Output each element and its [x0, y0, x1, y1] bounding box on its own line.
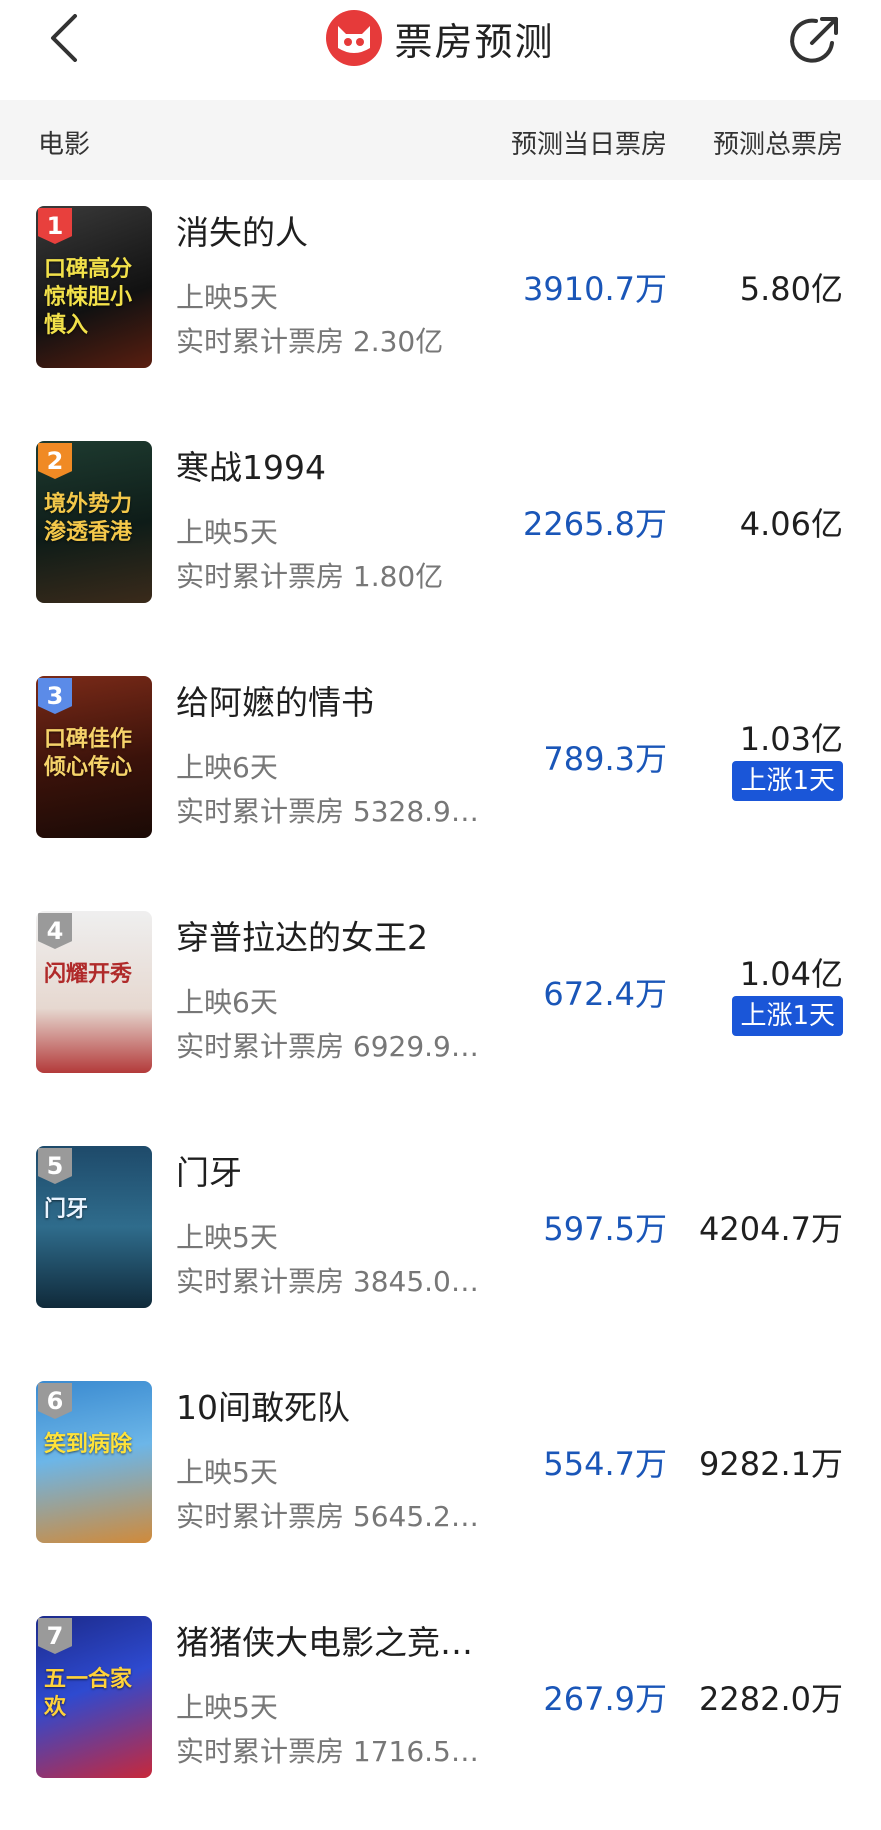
trend-badge: 上涨1天 — [732, 996, 843, 1036]
release-days: 上映5天 — [176, 1456, 278, 1489]
movie-poster[interactable]: 笑到病除 6 — [36, 1381, 152, 1543]
list-item[interactable]: 五一合家欢 7 猪猪侠大电影之竞… 上映5天 实时累计票房 1716.5… 26… — [0, 1590, 881, 1825]
trend-badge: 上涨1天 — [732, 761, 843, 801]
release-days: 上映5天 — [176, 516, 278, 549]
list-item[interactable]: 境外势力渗透香港 2 寒战1994 上映5天 实时累计票房 1.80亿 2265… — [0, 415, 881, 650]
daily-forecast-value: 672.4万 — [543, 975, 667, 1013]
movie-title[interactable]: 10间敢死队 — [176, 1381, 496, 1429]
poster-text: 境外势力渗透香港 — [44, 492, 133, 545]
daily-forecast-value: 3910.7万 — [523, 270, 667, 308]
poster-text: 笑到病除 — [44, 1432, 133, 1457]
share-icon — [790, 17, 838, 63]
cumulative-box-office: 实时累计票房 1.80亿 — [176, 560, 444, 593]
poster-text: 口碑佳作倾心传心 — [44, 727, 133, 780]
poster-text: 口碑高分惊悚胆小慎入 — [44, 257, 133, 338]
daily-forecast-value: 267.9万 — [543, 1680, 667, 1718]
list-item[interactable]: 门牙 5 门牙 上映5天 实时累计票房 3845.0… 597.5万 4204.… — [0, 1120, 881, 1355]
cumulative-box-office: 实时累计票房 1716.5… — [176, 1735, 479, 1768]
movie-poster[interactable]: 门牙 5 — [36, 1146, 152, 1308]
daily-forecast-value: 789.3万 — [543, 740, 667, 778]
cat-logo-icon — [326, 10, 383, 66]
list-item[interactable]: 口碑高分惊悚胆小慎入 1 消失的人 上映5天 实时累计票房 2.30亿 3910… — [0, 180, 881, 415]
movie-poster[interactable]: 五一合家欢 7 — [36, 1616, 152, 1778]
total-forecast-value: 1.03亿 — [739, 720, 843, 758]
daily-forecast-value: 2265.8万 — [523, 505, 667, 543]
movie-title[interactable]: 猪猪侠大电影之竞… — [176, 1616, 496, 1664]
title-group: 票房预测 — [0, 0, 881, 76]
cumulative-box-office: 实时累计票房 6929.9… — [176, 1030, 479, 1063]
share-button[interactable] — [785, 10, 845, 70]
movie-poster[interactable]: 口碑佳作倾心传心 3 — [36, 676, 152, 838]
total-forecast-value: 5.80亿 — [739, 270, 843, 308]
release-days: 上映6天 — [176, 751, 278, 784]
column-movie: 电影 — [38, 130, 91, 160]
daily-forecast-value: 554.7万 — [543, 1445, 667, 1483]
column-header: 电影 预测当日票房 预测总票房 — [0, 100, 881, 180]
release-days: 上映5天 — [176, 281, 278, 314]
column-daily-forecast[interactable]: 预测当日票房 — [511, 124, 667, 161]
daily-forecast-value: 597.5万 — [543, 1210, 667, 1248]
total-forecast-value: 4204.7万 — [699, 1210, 843, 1248]
movie-title[interactable]: 穿普拉达的女王2 — [176, 911, 496, 959]
movie-poster[interactable]: 口碑高分惊悚胆小慎入 1 — [36, 206, 152, 368]
movie-list: 口碑高分惊悚胆小慎入 1 消失的人 上映5天 实时累计票房 2.30亿 3910… — [0, 180, 881, 1825]
cumulative-box-office: 实时累计票房 3845.0… — [176, 1265, 479, 1298]
movie-title[interactable]: 寒战1994 — [176, 441, 496, 489]
cumulative-box-office: 实时累计票房 5645.2… — [176, 1500, 479, 1533]
total-forecast-value: 1.04亿 — [739, 955, 843, 993]
movie-title[interactable]: 消失的人 — [176, 206, 496, 254]
poster-text: 闪耀开秀 — [44, 962, 133, 987]
movie-poster[interactable]: 境外势力渗透香港 2 — [36, 441, 152, 603]
poster-text: 五一合家欢 — [44, 1667, 133, 1720]
page-title: 票房预测 — [394, 19, 555, 64]
movie-title[interactable]: 给阿嬷的情书 — [176, 676, 496, 724]
list-item[interactable]: 口碑佳作倾心传心 3 给阿嬷的情书 上映6天 实时累计票房 5328.9… 78… — [0, 650, 881, 885]
list-item[interactable]: 闪耀开秀 4 穿普拉达的女王2 上映6天 实时累计票房 6929.9… 672.… — [0, 885, 881, 1120]
total-forecast-value: 2282.0万 — [699, 1680, 843, 1718]
movie-poster[interactable]: 闪耀开秀 4 — [36, 911, 152, 1073]
movie-title[interactable]: 门牙 — [176, 1146, 496, 1194]
total-forecast-value: 4.06亿 — [739, 505, 843, 543]
top-bar: 票房预测 — [0, 0, 881, 96]
column-total-forecast[interactable]: 预测总票房 — [713, 124, 843, 161]
cumulative-box-office: 实时累计票房 5328.9… — [176, 795, 479, 828]
release-days: 上映6天 — [176, 986, 278, 1019]
poster-text: 门牙 — [44, 1197, 89, 1222]
release-days: 上映5天 — [176, 1691, 278, 1724]
total-forecast-value: 9282.1万 — [699, 1445, 843, 1483]
release-days: 上映5天 — [176, 1221, 278, 1254]
cumulative-box-office: 实时累计票房 2.30亿 — [176, 325, 444, 358]
list-item[interactable]: 笑到病除 6 10间敢死队 上映5天 实时累计票房 5645.2… 554.7万… — [0, 1355, 881, 1590]
